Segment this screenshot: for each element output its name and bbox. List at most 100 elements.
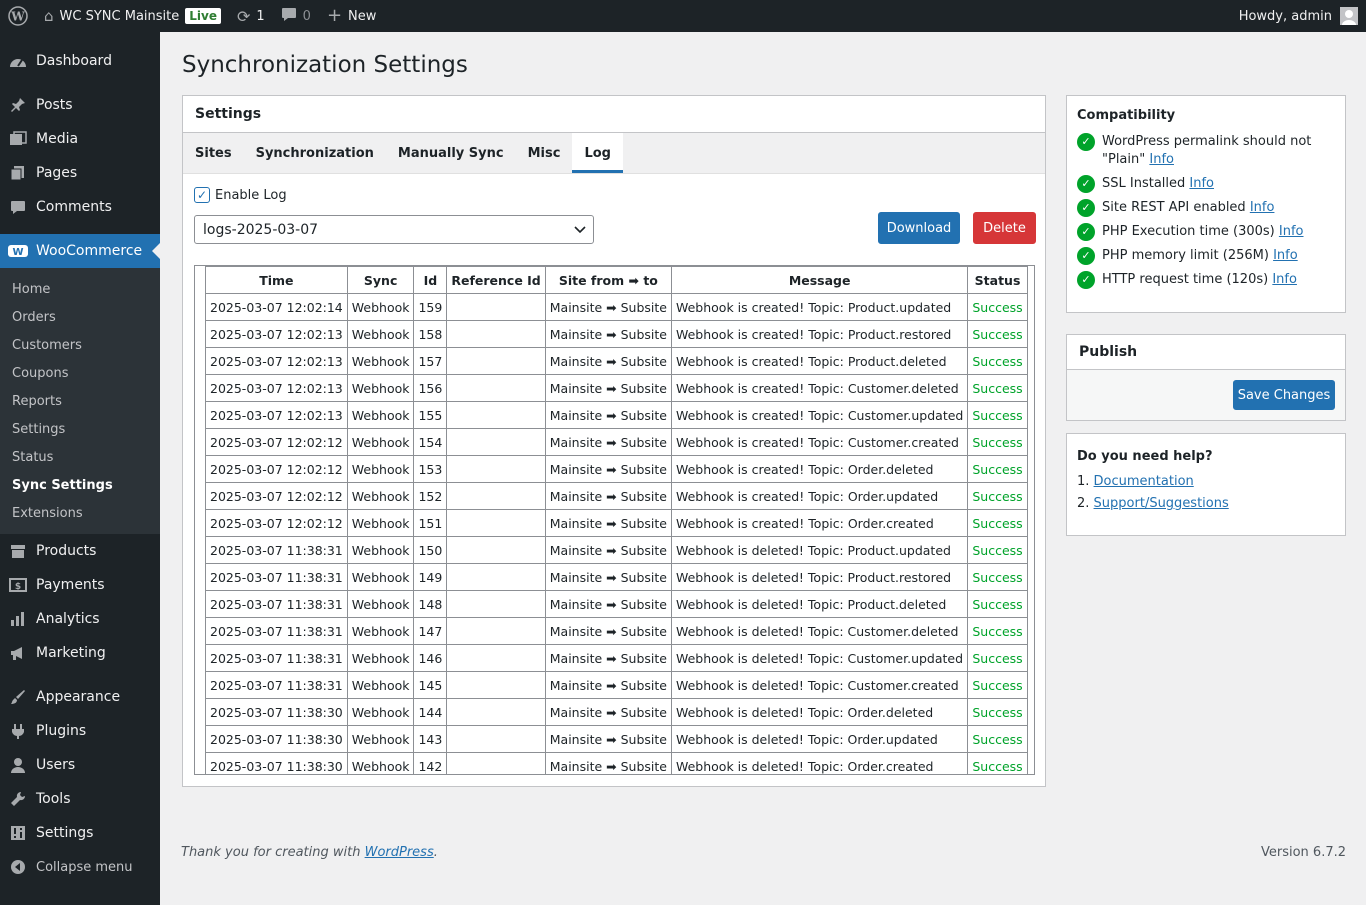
updates-link[interactable]: ⟳ 1 [229, 0, 273, 32]
cell-reference-id [446, 617, 546, 645]
help-link[interactable]: Support/Suggestions [1094, 496, 1229, 511]
cell-site-from-to: Mainsite ➡ Subsite [544, 590, 672, 618]
sidebar-item-users[interactable]: Users [0, 748, 160, 782]
submenu-item-reports[interactable]: Reports [0, 387, 160, 415]
sidebar-item-products[interactable]: Products [0, 534, 160, 568]
enable-log-checkbox[interactable]: ✓ [194, 187, 210, 203]
footer-text: Thank you for creating with [181, 845, 361, 860]
sidebar-item-tools[interactable]: Tools [0, 782, 160, 816]
log-table-container[interactable]: Time Sync Id Reference Id Site from ➡ to… [194, 265, 1035, 775]
sidebar-item-appearance[interactable]: Appearance [0, 680, 160, 714]
column-header-reference-id: Reference Id [446, 266, 546, 294]
cell-id: 151 [413, 509, 448, 537]
info-link[interactable]: Info [1272, 272, 1297, 287]
submenu-item-customers[interactable]: Customers [0, 331, 160, 359]
site-name-link[interactable]: ⌂ WC SYNC Mainsite Live [36, 0, 229, 32]
cell-time: 2025-03-07 11:38:31 [205, 617, 348, 645]
tab-log[interactable]: Log [572, 133, 623, 173]
sidebar-item-label: Plugins [36, 723, 87, 739]
cell-id: 158 [413, 320, 448, 348]
cell-id: 144 [413, 698, 448, 726]
cell-reference-id [446, 428, 546, 456]
cell-id: 142 [413, 752, 448, 774]
cell-message: Webhook is deleted! Topic: Order.created [670, 752, 969, 774]
cell-reference-id [446, 401, 546, 429]
info-link[interactable]: Info [1250, 200, 1275, 215]
plus-icon: + [326, 5, 343, 26]
sidebar-item-settings[interactable]: Settings [0, 816, 160, 850]
cell-reference-id [446, 374, 546, 402]
delete-button[interactable]: Delete [973, 212, 1036, 244]
cell-site-from-to: Mainsite ➡ Subsite [544, 752, 672, 774]
submenu-item-settings[interactable]: Settings [0, 415, 160, 443]
cell-time: 2025-03-07 11:38:31 [205, 671, 348, 699]
info-link[interactable]: Info [1273, 248, 1298, 263]
compatibility-item: ✓ Site REST API enabled Info [1077, 199, 1335, 217]
sidebar-item-analytics[interactable]: Analytics [0, 602, 160, 636]
check-circle-icon: ✓ [1077, 271, 1095, 289]
my-account-link[interactable]: Howdy, admin [1231, 0, 1366, 32]
cell-time: 2025-03-07 11:38:31 [205, 644, 348, 672]
sidebar-item-label: WooCommerce [36, 243, 143, 259]
submenu-item-coupons[interactable]: Coupons [0, 359, 160, 387]
compatibility-text: HTTP request time (120s) [1102, 272, 1269, 287]
sidebar-item-payments[interactable]: $ Payments [0, 568, 160, 602]
cell-site-from-to: Mainsite ➡ Subsite [544, 563, 672, 591]
table-row: 2025-03-07 11:38:30 Webhook 143 Mainsite ➡ … [205, 725, 1028, 753]
cell-status: Success [967, 563, 1028, 591]
new-content-link[interactable]: + New [319, 0, 384, 32]
tab-synchronization[interactable]: Synchronization [244, 133, 386, 173]
howdy-text: Howdy, admin [1238, 8, 1332, 24]
sidebar-item-media[interactable]: Media [0, 122, 160, 156]
compatibility-item: ✓ PHP memory limit (256M) Info [1077, 247, 1335, 265]
cell-message: Webhook is created! Topic: Order.deleted [670, 455, 969, 483]
tab-misc[interactable]: Misc [516, 133, 573, 173]
submenu-item-home[interactable]: Home [0, 275, 160, 303]
cell-sync: Webhook [346, 725, 415, 753]
cell-id: 159 [413, 293, 448, 321]
submenu-item-sync-settings[interactable]: Sync Settings [0, 471, 160, 499]
cell-id: 152 [413, 482, 448, 510]
tab-manually-sync[interactable]: Manually Sync [386, 133, 516, 173]
sidebar-item-pages[interactable]: Pages [0, 156, 160, 190]
new-label: New [348, 8, 377, 24]
wordpress-logo-icon[interactable]: W [0, 0, 36, 32]
compatibility-list: ✓ WordPress permalink should not "Plain" … [1077, 133, 1335, 289]
publish-title: Publish [1067, 335, 1345, 370]
submenu-item-orders[interactable]: Orders [0, 303, 160, 331]
publish-box: Publish Save Changes [1066, 334, 1346, 421]
cell-message: Webhook is deleted! Topic: Product.resto… [670, 563, 969, 591]
info-link[interactable]: Info [1279, 224, 1304, 239]
sidebar-item-dashboard[interactable]: Dashboard [0, 44, 160, 78]
refresh-icon: ⟳ [236, 6, 251, 26]
tab-sites[interactable]: Sites [183, 133, 244, 173]
sidebar-item-woocommerce[interactable]: W WooCommerce [0, 234, 160, 268]
wordpress-link[interactable]: WordPress [365, 845, 434, 860]
svg-text:W: W [12, 247, 23, 258]
sidebar-item-posts[interactable]: Posts [0, 88, 160, 122]
sidebar-item-plugins[interactable]: Plugins [0, 714, 160, 748]
help-link[interactable]: Documentation [1094, 474, 1194, 489]
help-title: Do you need help? [1077, 449, 1213, 464]
cell-sync: Webhook [346, 617, 415, 645]
comments-link[interactable]: 0 [273, 0, 319, 32]
submenu-item-extensions[interactable]: Extensions [0, 499, 160, 527]
sidebar-item-comments[interactable]: Comments [0, 190, 160, 224]
info-link[interactable]: Info [1189, 176, 1214, 191]
cell-sync: Webhook [346, 482, 415, 510]
save-changes-button[interactable]: Save Changes [1233, 380, 1335, 410]
compatibility-text: Site REST API enabled [1102, 200, 1246, 215]
submenu-item-status[interactable]: Status [0, 443, 160, 471]
cell-status: Success [967, 590, 1028, 618]
download-button[interactable]: Download [878, 212, 960, 244]
table-row: 2025-03-07 11:38:31 Webhook 149 Mainsite ➡ … [205, 563, 1028, 591]
cell-site-from-to: Mainsite ➡ Subsite [544, 725, 672, 753]
log-file-select[interactable]: logs-2025-03-07 [194, 215, 594, 244]
help-item: 2. Support/Suggestions [1077, 496, 1335, 511]
sidebar-item-marketing[interactable]: Marketing [0, 636, 160, 670]
cell-site-from-to: Mainsite ➡ Subsite [544, 644, 672, 672]
info-link[interactable]: Info [1149, 152, 1174, 167]
collapse-menu-button[interactable]: Collapse menu [0, 850, 160, 884]
svg-text:W: W [10, 10, 25, 24]
panel-title: Settings [183, 96, 1045, 133]
